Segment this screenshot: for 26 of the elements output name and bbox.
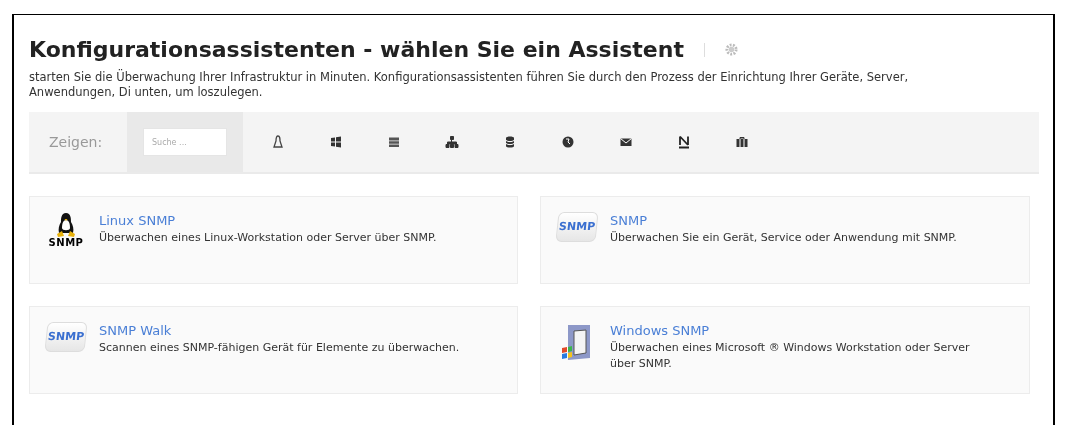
wizard-card[interactable]: Windows SNMP Überwachen eines Microsoft ® Windows Workstation oder Server über SNMP. <box>540 306 1030 394</box>
wizard-description: Scannen eines SNMP-fähigen Gerät für Elemente zu überwachen. <box>99 340 460 356</box>
wizard-card[interactable]: SNMP Linux SNMP Überwachen eines Linux-Workstation oder Server über SNMP. <box>29 196 518 284</box>
network-icon[interactable] <box>445 135 459 149</box>
wizard-description: Überwachen eines Microsoft ® Windows Workstation oder Server über SNMP. <box>610 340 971 372</box>
briefcase-icon[interactable] <box>735 135 749 149</box>
wizard-card[interactable]: SNMP SNMP Überwachen Sie ein Gerät, Service oder Anwendung mit SNMP. <box>540 196 1030 284</box>
search-field[interactable]: Suche ... <box>143 128 227 156</box>
intro-text: starten Sie die Überwachung Ihrer Infrastruktur in Minuten. Konfigurationsassistenten führen Sie durch den Prozess der Einrichtung Ihrer Geräte, Server, Anwendungen, Di unten, um loszulegen. <box>29 70 910 100</box>
wizard-link[interactable]: SNMP Walk <box>99 322 460 340</box>
wizard-link[interactable]: Linux SNMP <box>99 212 437 230</box>
wizard-link[interactable]: SNMP <box>610 212 957 230</box>
wizard-card[interactable]: SNMP SNMP Walk Scannen eines SNMP-fähigen Gerät für Elemente zu überwachen. <box>29 306 518 394</box>
envelope-icon[interactable] <box>619 135 633 149</box>
wizard-description: Überwachen eines Linux-Workstation oder Server über SNMP. <box>99 230 437 246</box>
wizard-description: Überwachen Sie ein Gerät, Service oder Anwendung mit SNMP. <box>610 230 957 246</box>
windows-icon[interactable] <box>329 135 343 149</box>
filter-label: Zeigen: <box>48 132 104 152</box>
server-icon[interactable] <box>387 135 401 149</box>
wizard-link[interactable]: Windows SNMP <box>610 322 990 340</box>
database-icon[interactable] <box>503 135 517 149</box>
page-title: Konfigurationsassistenten - wählen Sie ein Assistent <box>29 36 684 64</box>
n-logo-icon[interactable] <box>677 135 691 149</box>
snmp-logo: SNMP <box>555 212 599 242</box>
snmp-logo: SNMP <box>44 322 88 352</box>
logo-label: SNMP <box>48 238 84 248</box>
